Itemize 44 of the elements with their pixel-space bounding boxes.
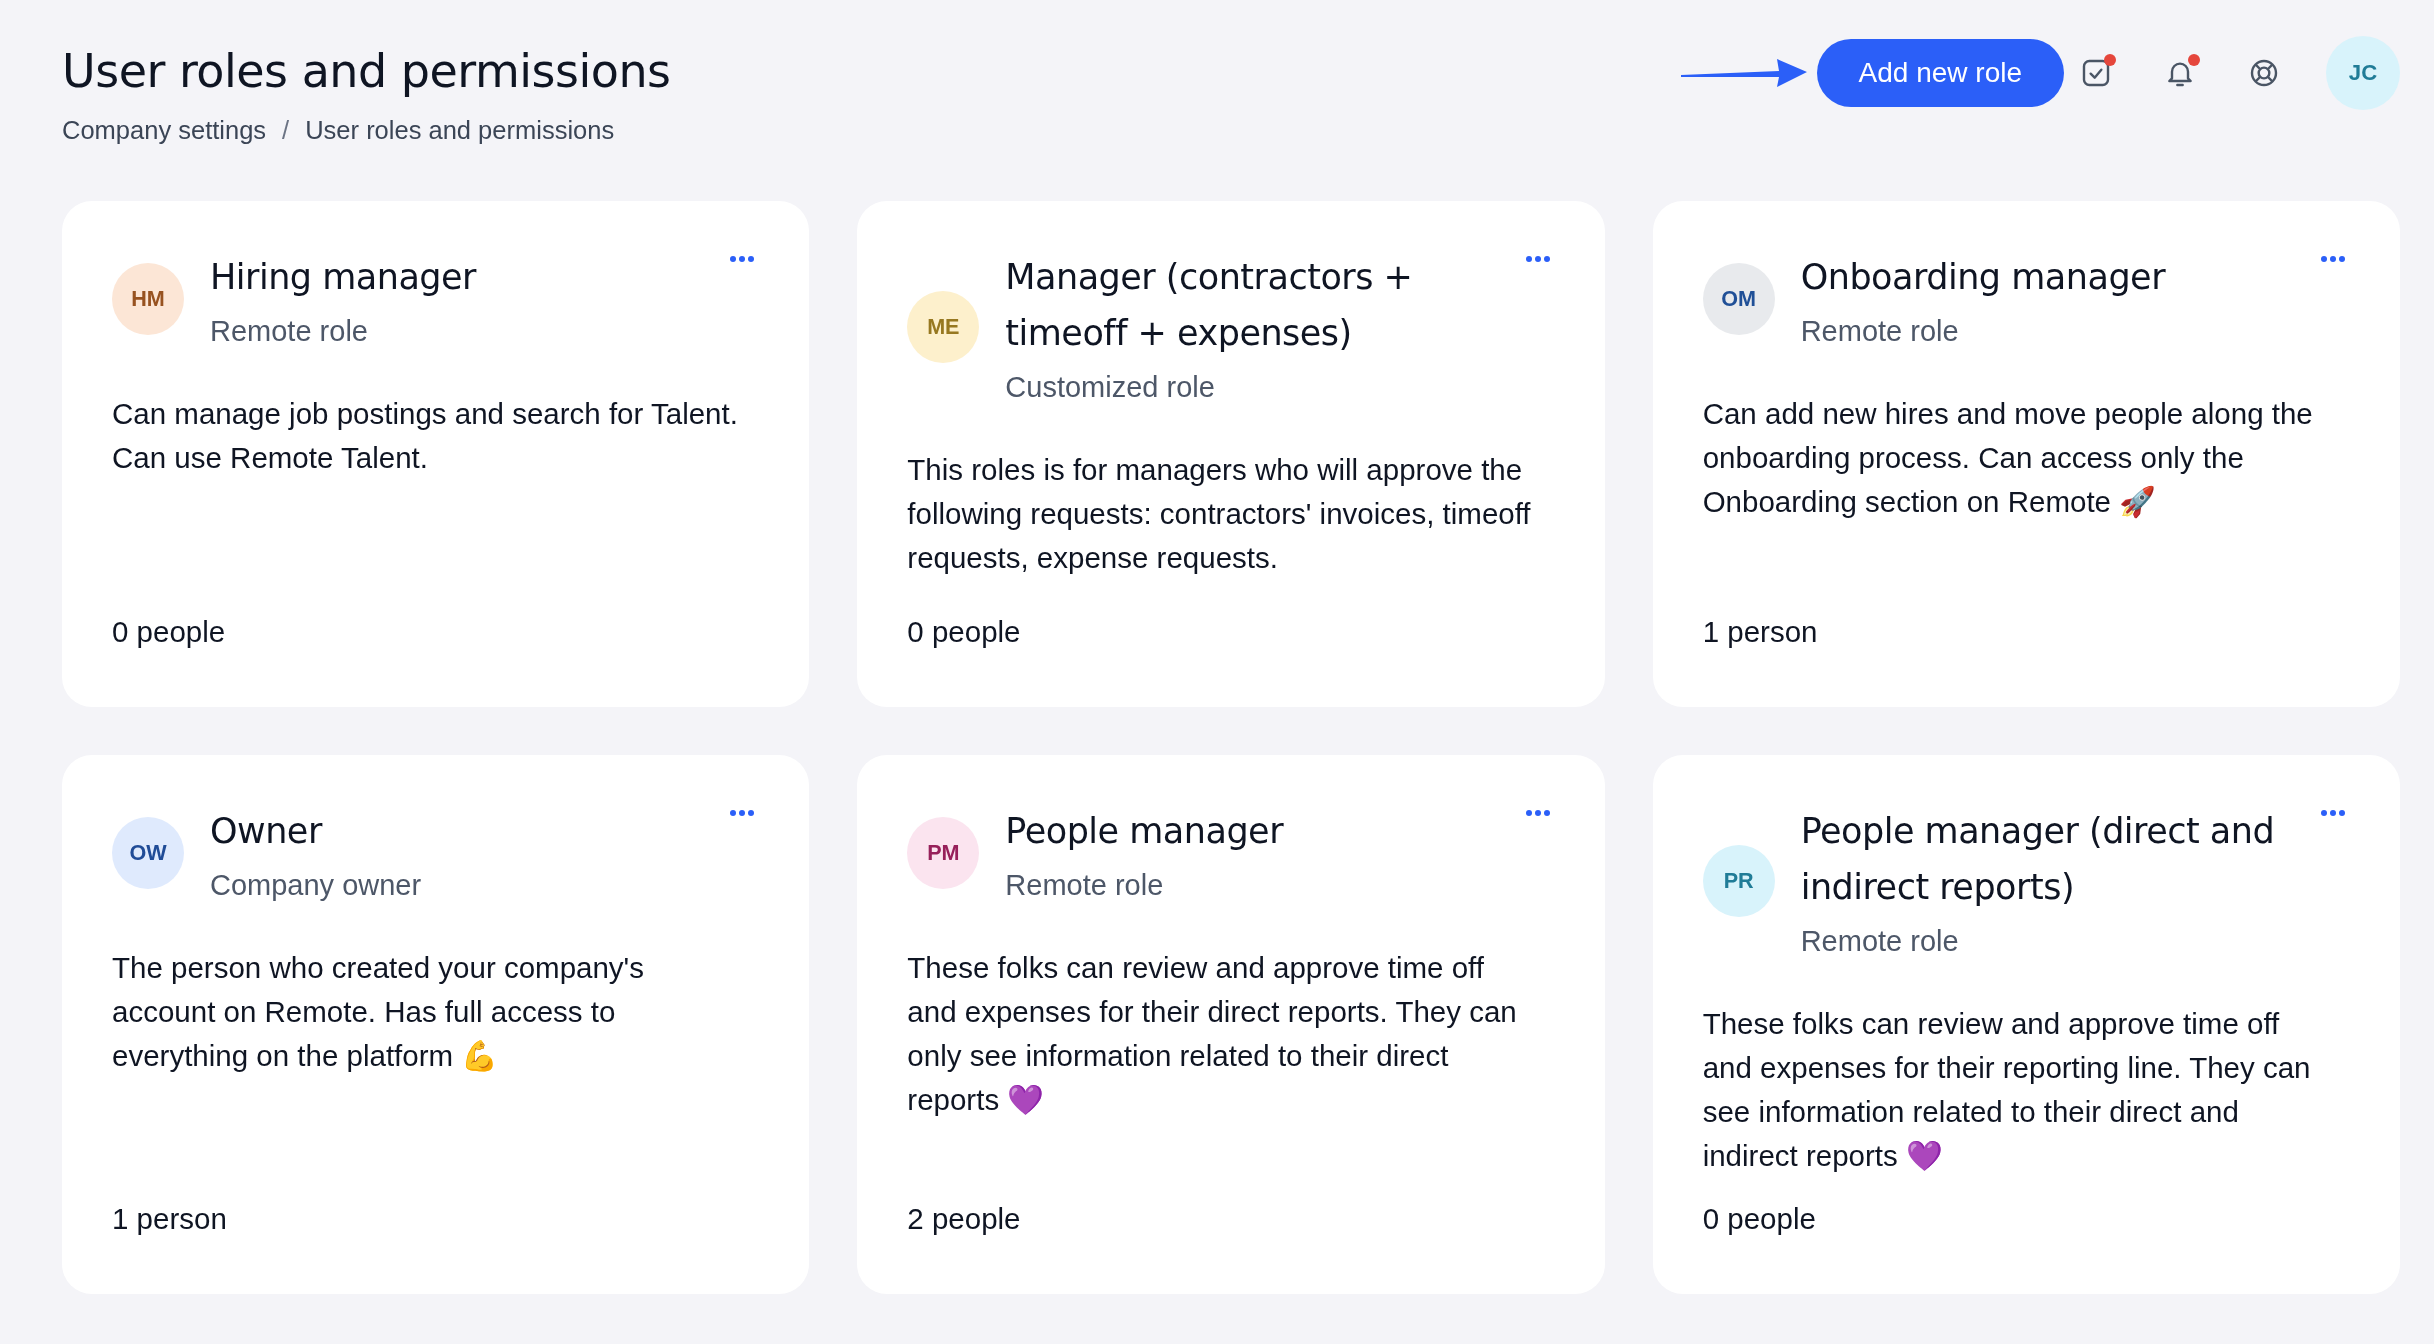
role-type: Remote role (1005, 869, 1165, 902)
people-count: 1 person (1702, 615, 1819, 649)
dots-icon (1524, 255, 1551, 263)
role-type: Company owner (210, 869, 422, 902)
page-title: User roles and permissions (62, 44, 671, 98)
role-avatar: PM (907, 816, 980, 889)
role-avatar: PR (1702, 844, 1775, 917)
role-name: People manager (1005, 810, 1284, 853)
people-count: 2 people (907, 1202, 1022, 1236)
user-avatar[interactable]: JC (2326, 36, 2400, 110)
role-name: Owner (210, 810, 324, 853)
role-description: Can manage job postings and search for Talent. Can use Remote Talent. (112, 396, 739, 476)
role-type: Customized role (1005, 371, 1216, 404)
role-description: These folks can review and approve time off and expenses for their direct reports. They can only see information related to their direct reports 💜 (907, 950, 1518, 1118)
dots-icon (2320, 809, 2346, 817)
role-description: This roles is for managers who will approve the following requests: contractors' invoices, timeoff requests, expense requests. (907, 452, 1532, 576)
dots-icon (1524, 809, 1551, 817)
breadcrumb-separator: / (282, 116, 290, 145)
dots-icon (729, 255, 756, 263)
role-type: Remote role (1800, 925, 1960, 958)
checkbox-icon (2080, 57, 2112, 89)
breadcrumb-link[interactable]: Company settings (62, 116, 267, 145)
role-avatar: HM (112, 262, 184, 335)
role-description: These folks can review and approve time off and expenses for their reporting line. They can see information related to their direct and indirect reports 💜 (1702, 1006, 2312, 1174)
role-avatar: ME (907, 290, 980, 363)
dots-icon (729, 809, 756, 817)
role-type: Remote role (1800, 315, 1960, 348)
breadcrumb-link[interactable]: User roles and permissions (305, 116, 615, 145)
people-count: 0 people (112, 615, 227, 649)
role-name: Manager (contractors + timeoff + expenses) (1005, 256, 1414, 355)
role-name: People manager (direct and indirect reports) (1800, 810, 2276, 909)
add-role-button[interactable]: Add new role (1816, 39, 2064, 107)
role-name: Hiring manager (210, 256, 476, 299)
role-avatar: OM (1702, 262, 1775, 335)
role-avatar: OW (112, 816, 184, 889)
people-count: 1 person (112, 1202, 228, 1236)
people-count: 0 people (907, 615, 1022, 649)
role-description: The person who created your company's account on Remote. Has full access to everything on the platform 💪 (112, 950, 645, 1074)
lifebuoy-icon (2248, 57, 2280, 89)
people-count: 0 people (1702, 1202, 1817, 1236)
role-name: Onboarding manager (1800, 256, 2166, 299)
role-description: Can add new hires and move people along the onboarding process. Can access only the Onboarding section on Remote 🚀 (1702, 396, 2314, 521)
dots-icon (2320, 255, 2346, 263)
role-type: Remote role (210, 315, 369, 348)
